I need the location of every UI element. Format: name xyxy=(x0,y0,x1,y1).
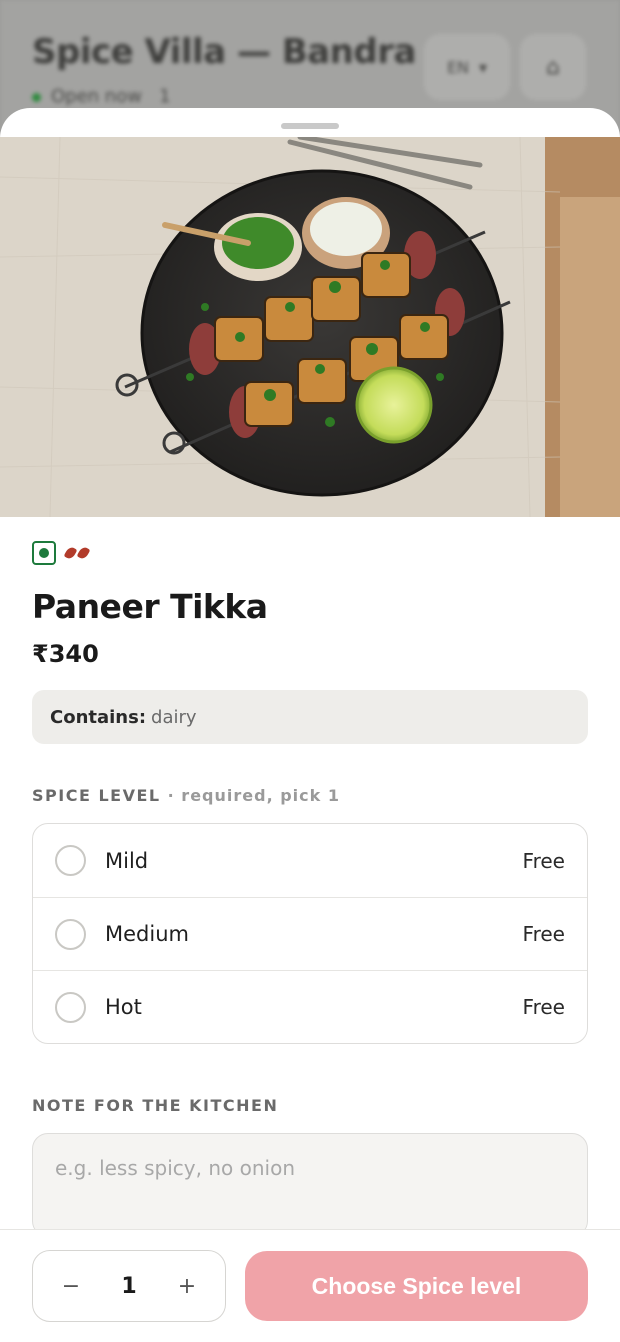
veg-icon xyxy=(32,541,56,565)
language-selector[interactable]: EN ▾ xyxy=(424,34,510,100)
item-content: Paneer Tikka ₹340 Contains: dairy SPICE … xyxy=(32,541,588,1241)
spice-option-hot[interactable]: Hot Free xyxy=(33,970,587,1043)
option-label: Medium xyxy=(105,922,189,946)
option-price: Free xyxy=(522,922,565,946)
sheet-footer: − 1 + Choose Spice level xyxy=(0,1229,620,1342)
chili-icon xyxy=(63,545,91,561)
item-photo xyxy=(0,137,620,517)
option-price: Free xyxy=(522,995,565,1019)
restaurant-title: Spice Villa — Bandra xyxy=(32,32,416,72)
paneer-tikka-photo xyxy=(0,137,620,517)
sheet-drag-handle[interactable] xyxy=(281,123,339,129)
radio-button[interactable] xyxy=(55,991,86,1023)
spice-options: Mild Free Medium Free Hot Free xyxy=(32,823,588,1044)
spice-option-mild[interactable]: Mild Free xyxy=(33,824,587,897)
cart-button[interactable]: ⌂ xyxy=(520,34,586,100)
quantity-value: 1 xyxy=(121,1273,137,1299)
quantity-stepper: − 1 + xyxy=(32,1250,226,1322)
chevron-down-icon: ▾ xyxy=(479,57,488,77)
item-name: Paneer Tikka xyxy=(32,587,268,626)
status-dot xyxy=(32,92,41,102)
option-label: Mild xyxy=(105,848,149,873)
spice-level-heading: SPICE LEVEL · required, pick 1 xyxy=(32,786,340,805)
spice-option-medium[interactable]: Medium Free xyxy=(33,897,587,970)
radio-button[interactable] xyxy=(55,845,86,876)
radio-button[interactable] xyxy=(55,918,86,950)
item-detail-sheet: Paneer Tikka ₹340 Contains: dairy SPICE … xyxy=(0,108,620,1342)
bag-icon: ⌂ xyxy=(546,54,560,80)
open-status: Open now 1 xyxy=(32,86,171,107)
option-label: Hot xyxy=(105,995,142,1019)
kitchen-note-field[interactable] xyxy=(32,1133,588,1237)
kitchen-note-heading: NOTE FOR THE KITCHEN xyxy=(32,1096,279,1115)
decrease-quantity-button[interactable]: − xyxy=(61,1274,81,1299)
increase-quantity-button[interactable]: + xyxy=(177,1274,197,1299)
allergen-value: dairy xyxy=(151,706,197,728)
allergen-info: Contains: dairy xyxy=(32,690,588,744)
allergen-label: Contains: xyxy=(50,706,147,728)
item-tags xyxy=(32,541,588,565)
item-price: ₹340 xyxy=(32,640,99,668)
choose-spice-level-button[interactable]: Choose Spice level xyxy=(245,1251,588,1321)
option-price: Free xyxy=(522,848,565,873)
